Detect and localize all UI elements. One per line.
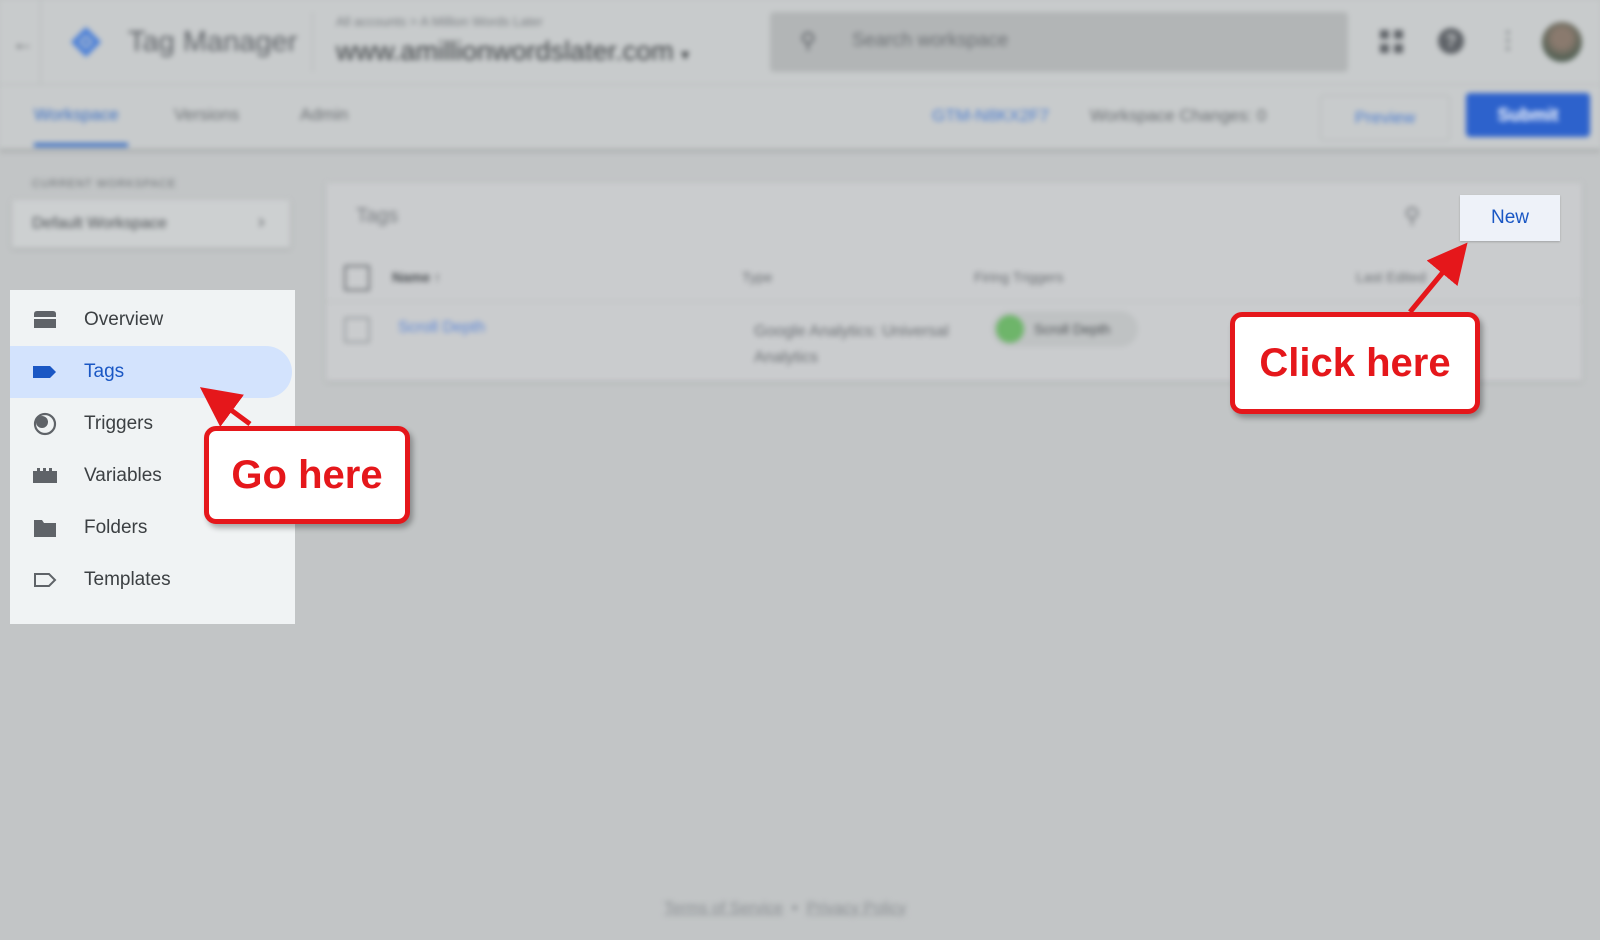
divider [40,0,41,84]
active-tab-indicator [34,143,128,147]
new-tag-button[interactable]: New [1460,195,1560,241]
trigger-icon [33,412,57,436]
search-workspace-input[interactable]: ⚲ Search workspace [770,12,1348,72]
tab-bar: Workspace Versions Admin GTM-N8KX2F7 Wor… [0,85,1600,152]
top-app-bar: ← Tag Manager All accounts > A Million W… [0,0,1600,85]
go-here-callout: Go here [204,426,410,524]
nav-item-overview[interactable]: Overview [10,294,295,346]
container-id[interactable]: GTM-N8KX2F7 [932,106,1049,126]
column-header-triggers[interactable]: Firing Triggers [974,269,1063,285]
trigger-name: Scroll Depth [1034,321,1111,337]
column-header-type[interactable]: Type [742,269,772,285]
nav-label: Variables [84,465,162,486]
search-icon[interactable]: ⚲ [1404,203,1420,229]
row-checkbox[interactable] [344,317,370,343]
nav-label: Overview [84,309,164,330]
overview-icon [34,311,56,328]
tag-manager-logo-icon [71,27,101,57]
nav-label: Triggers [84,413,153,434]
tab-admin[interactable]: Admin [300,105,348,125]
footer-separator: • [792,900,798,917]
variables-icon [33,468,57,483]
select-all-checkbox[interactable] [344,265,370,291]
workspace-changes: Workspace Changes: 0 [1090,106,1267,125]
search-icon: ⚲ [800,28,817,53]
footer: Terms of Service • Privacy Policy [664,900,906,918]
divider [312,12,313,72]
dropdown-caret-icon: ▾ [681,47,690,64]
workspace-selector[interactable]: Default Workspace › [12,200,290,248]
tab-versions[interactable]: Versions [174,105,239,125]
privacy-link[interactable]: Privacy Policy [807,900,907,917]
tag-name-link[interactable]: Scroll Depth [398,319,485,337]
terms-link[interactable]: Terms of Service [664,900,783,917]
nav-label: Folders [84,517,148,538]
column-header-name[interactable]: Name ↑ [392,269,441,285]
more-vert-icon[interactable]: ⋮ [1496,26,1520,55]
chevron-right-icon: › [258,211,265,233]
preview-button[interactable]: Preview [1320,95,1450,141]
tab-workspace[interactable]: Workspace [34,105,119,125]
click-here-callout: Click here [1230,312,1480,414]
nav-item-tags[interactable]: Tags [10,346,292,398]
tag-type: Google Analytics: Universal Analytics [754,323,949,366]
container-selector[interactable]: www.amillionwordslater.com ▾ [336,36,689,67]
sort-arrow-icon: ↑ [434,269,442,285]
help-icon[interactable]: ? [1438,28,1464,54]
submit-button[interactable]: Submit [1466,93,1590,137]
account-breadcrumb[interactable]: All accounts > A Million Words Later [336,14,543,29]
trigger-chip[interactable]: Scroll Depth [992,311,1138,347]
nav-label: Tags [84,361,125,382]
apps-grid-icon[interactable] [1380,30,1404,54]
panel-title: Tags [356,205,399,227]
folder-icon [34,520,56,537]
column-header-last-edited[interactable]: Last Edited [1356,269,1426,285]
product-name: Tag Manager [128,26,298,58]
user-avatar[interactable] [1542,22,1582,62]
table-header: Name ↑ Type Firing Triggers Last Edited [326,253,1582,302]
search-placeholder: Search workspace [852,30,1009,51]
trigger-icon [996,315,1024,343]
tag-icon [33,366,56,378]
back-arrow-icon[interactable]: ← [12,30,34,56]
workspace-name: Default Workspace [32,215,167,232]
nav-item-templates[interactable]: Templates [10,554,295,606]
nav-label: Templates [84,569,171,590]
container-name: www.amillionwordslater.com [336,36,674,66]
current-workspace-label: CURRENT WORKSPACE [32,178,177,190]
template-icon [34,573,57,587]
